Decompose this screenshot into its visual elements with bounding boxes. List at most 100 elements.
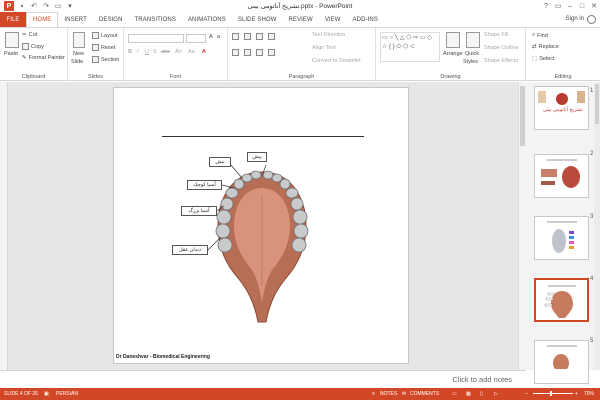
cut-icon: ✂ [22, 32, 27, 38]
decrease-indent-button[interactable] [256, 33, 263, 40]
arrange-button[interactable]: Arrange [443, 51, 463, 57]
new-slide-button[interactable]: New [73, 51, 84, 57]
label-molar[interactable]: آسیا بزرگ [181, 206, 217, 216]
font-name-select[interactable] [128, 34, 184, 43]
section-button[interactable]: Section [92, 56, 119, 63]
italic-button[interactable]: I [137, 49, 139, 55]
window-controls: ? ▭ – □ ✕ [540, 0, 600, 12]
minimize-icon[interactable]: – [564, 0, 576, 12]
text-direction-button[interactable]: Text Direction [312, 32, 345, 38]
font-size-select[interactable] [186, 34, 206, 43]
copy-button[interactable]: Copy [22, 43, 44, 50]
reset-button[interactable]: Reset [92, 44, 115, 51]
shadow-button[interactable]: S [153, 49, 157, 55]
paragraph-group-label: Paragraph [288, 74, 315, 80]
label-premolar[interactable]: آسیا کوچک [187, 180, 222, 190]
align-right-button[interactable] [256, 49, 263, 56]
strikethrough-button[interactable]: abc [161, 49, 170, 55]
justify-button[interactable] [268, 49, 275, 56]
slide-sorter-icon[interactable]: ▦ [466, 391, 471, 397]
tab-review[interactable]: REVIEW [283, 12, 319, 27]
comments-toggle[interactable]: COMMENTS [410, 391, 439, 397]
replace-icon: ⇄ [532, 44, 537, 50]
maximize-icon[interactable]: □ [576, 0, 588, 12]
label-wisdom-tooth[interactable]: دندان عقل [172, 245, 208, 255]
paste-button[interactable]: Paste [4, 51, 18, 57]
select-button[interactable]: ⬚ Select [532, 56, 555, 62]
thumbnails-scroll-thumb[interactable] [595, 84, 599, 124]
zoom-in-icon[interactable]: + [575, 391, 578, 397]
replace-button[interactable]: ⇄ Replace [532, 44, 559, 50]
tab-insert[interactable]: INSERT [58, 12, 93, 27]
thumbnails-scrollbar[interactable] [594, 82, 600, 370]
new-slide-icon[interactable] [73, 32, 85, 48]
label-incisor[interactable]: پیش [247, 152, 267, 162]
slideshow-view-icon[interactable]: ▷ [494, 391, 498, 397]
quick-styles-icon[interactable] [466, 32, 480, 48]
tab-animations[interactable]: ANIMATIONS [182, 12, 232, 27]
grow-font-button[interactable]: A [209, 34, 213, 40]
clipboard-group: Paste ✂ Cut Copy ✎ Format Painter Clipboar… [0, 28, 68, 81]
reading-view-icon[interactable]: ▯ [480, 391, 483, 397]
tab-view[interactable]: VIEW [319, 12, 347, 27]
quick-styles-button[interactable]: Quick [465, 51, 479, 57]
label-canine[interactable]: نیش [209, 157, 231, 167]
close-icon[interactable]: ✕ [588, 0, 600, 12]
thumbnail-3-image [547, 221, 577, 253]
language-indicator[interactable]: PERSIAN [56, 391, 78, 397]
zoom-level[interactable]: 70% [584, 391, 594, 397]
bullets-button[interactable] [232, 33, 239, 40]
change-case-button[interactable]: Aa [188, 49, 195, 55]
current-slide[interactable]: پیش نیش آسیا کوچک آسیا بزرگ دندان عقل Dr… [113, 87, 409, 364]
zoom-slider[interactable] [533, 393, 573, 394]
notes-toggle[interactable]: NOTES [380, 391, 397, 397]
zoom-out-icon[interactable]: – [525, 391, 528, 397]
find-button[interactable]: ⌕ Find [532, 32, 548, 39]
zoom-slider-handle[interactable] [550, 391, 552, 396]
convert-smartart-button[interactable]: Convert to SmartArt [312, 58, 361, 64]
format-painter-button[interactable]: ✎ Format Painter [22, 55, 65, 61]
char-spacing-button[interactable]: AV [175, 49, 182, 55]
numbering-button[interactable] [244, 33, 251, 40]
layout-button[interactable]: Layout [92, 32, 118, 39]
thumbnail-slide-3[interactable] [534, 216, 589, 260]
editor-scroll-thumb[interactable] [520, 86, 525, 146]
notes-placeholder[interactable]: Click to add notes [452, 375, 512, 384]
thumbnail-slide-2[interactable] [534, 154, 589, 198]
font-color-button[interactable]: A [202, 49, 206, 55]
quick-styles-button-line2[interactable]: Styles [463, 59, 478, 65]
shape-effects-button[interactable]: Shape Effects [484, 58, 518, 64]
underline-button[interactable]: U [145, 49, 149, 55]
align-center-button[interactable] [244, 49, 251, 56]
paste-icon[interactable] [5, 32, 19, 48]
tab-slide-show[interactable]: SLIDE SHOW [232, 12, 283, 27]
thumbnail-slide-1[interactable]: تشريح آناتومی بينی [534, 86, 589, 130]
thumbnail-slide-5[interactable] [534, 340, 589, 384]
thumbnail-number-4: 4 [590, 276, 594, 282]
shape-outline-button[interactable]: Shape Outline [484, 45, 519, 51]
ribbon-display-icon[interactable]: ▭ [552, 0, 564, 12]
editor-scrollbar[interactable] [518, 82, 526, 370]
copy-icon [22, 43, 29, 50]
tab-design[interactable]: DESIGN [93, 12, 129, 27]
bold-button[interactable]: B [128, 49, 132, 55]
account-icon[interactable] [587, 15, 596, 24]
increase-indent-button[interactable] [268, 33, 275, 40]
shape-fill-button[interactable]: Shape Fill [484, 32, 508, 38]
align-left-button[interactable] [232, 49, 239, 56]
help-icon[interactable]: ? [540, 0, 552, 12]
shapes-gallery[interactable]: ▭ ○ ╲ △ ⬠ ⇨ ▭ ◇ ☆ { } ⬭ ⬡ ⊂ [380, 32, 440, 62]
align-text-button[interactable]: Align Text [312, 45, 336, 51]
shrink-font-button[interactable]: a [217, 34, 220, 40]
normal-view-icon[interactable]: ▭ [452, 391, 457, 397]
tab-add-ins[interactable]: ADD-INS [347, 12, 384, 27]
arrange-icon[interactable] [446, 32, 460, 48]
tab-transitions[interactable]: TRANSITIONS [129, 12, 182, 27]
new-slide-button-line2[interactable]: Slide [71, 59, 83, 65]
tab-home[interactable]: HOME [26, 12, 59, 27]
notes-pane[interactable]: Click to add notes [0, 370, 526, 388]
cut-button[interactable]: ✂ Cut [22, 32, 37, 38]
tab-file[interactable]: FILE [0, 12, 26, 27]
sign-in-link[interactable]: Sign in [566, 16, 584, 22]
thumbnail-slide-4[interactable] [534, 278, 589, 322]
